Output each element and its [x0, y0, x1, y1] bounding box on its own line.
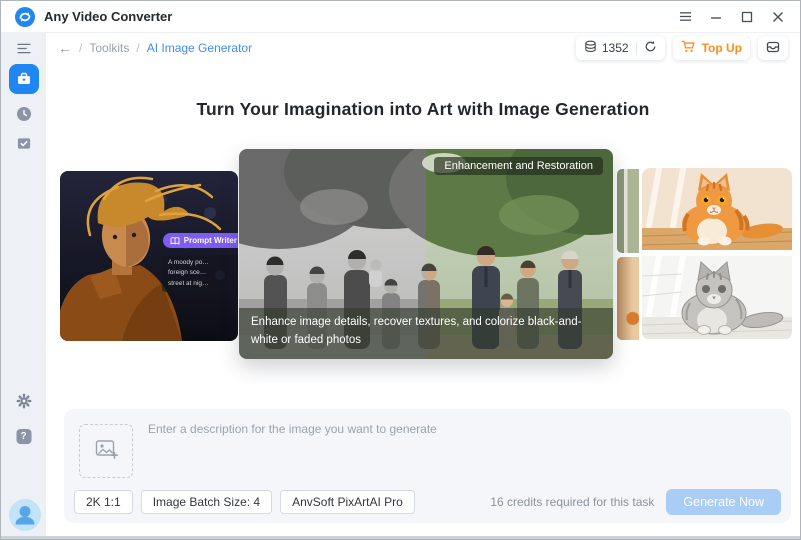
history-icon[interactable]: [16, 106, 32, 122]
carousel-card-prompt-writer[interactable]: Prompt Writer A moody po… foreign sce… s…: [60, 171, 238, 341]
sidebar: ?: [1, 33, 46, 536]
main-content: ← / Toolkits / AI Image Generator 1352 T…: [46, 33, 800, 536]
book-icon: [170, 236, 180, 245]
prompt-snippet-line: street at nig…: [168, 279, 209, 287]
pill-divider: [635, 41, 637, 55]
back-icon[interactable]: ←: [58, 41, 72, 55]
user-avatar[interactable]: [9, 499, 41, 531]
coins-icon: [584, 40, 597, 56]
restoration-caption: Enhance image details, recover textures,…: [239, 308, 613, 359]
sidebar-item-toolkits[interactable]: [8, 64, 39, 94]
composer-actions: 16 credits required for this task Genera…: [490, 489, 781, 515]
top-up-label: Top Up: [701, 41, 742, 55]
prompt-writer-label: Prompt Writer: [183, 236, 237, 245]
chip-batch-size[interactable]: Image Batch Size: 4: [140, 490, 273, 514]
chip-model[interactable]: AnvSoft PixArtAI Pro: [280, 490, 415, 514]
prompt-writer-pill: Prompt Writer: [162, 233, 238, 248]
carousel-partial-image: [617, 169, 639, 253]
cat-cartoon-image: [642, 168, 792, 252]
prompt-input[interactable]: [148, 422, 748, 484]
app-logo-icon: [15, 6, 35, 27]
add-reference-image-button[interactable]: [79, 424, 133, 478]
image-add-icon: [94, 437, 119, 466]
restoration-badge: Enhancement and Restoration: [434, 157, 603, 175]
window-controls: [677, 9, 786, 25]
prompt-snippet: A moody po… foreign sce… street at nig…: [162, 255, 238, 293]
breadcrumb-toolkits[interactable]: Toolkits: [89, 41, 129, 55]
header-actions: 1352 Top Up: [575, 36, 788, 60]
page-title: Turn Your Imagination into Art with Imag…: [196, 99, 650, 119]
generate-now-button[interactable]: Generate Now: [666, 489, 781, 515]
breadcrumb-current: AI Image Generator: [146, 41, 253, 55]
tasks-icon[interactable]: [16, 136, 31, 151]
inbox-icon: [766, 40, 780, 57]
sidebar-collapse-icon[interactable]: [16, 43, 31, 54]
credits-required-note: 16 credits required for this task: [490, 495, 655, 509]
cart-icon: [680, 40, 696, 56]
prompt-snippet-line: foreign sce…: [168, 269, 207, 277]
prompt-composer: 2K 1:1 Image Batch Size: 4 AnvSoft PixAr…: [64, 409, 791, 523]
prompt-snippet-line: A moody po…: [168, 259, 209, 266]
refresh-icon[interactable]: [644, 40, 657, 56]
generation-settings: 2K 1:1 Image Batch Size: 4 AnvSoft PixAr…: [74, 490, 415, 514]
breadcrumb-separator: /: [136, 41, 140, 55]
top-up-button[interactable]: Top Up: [672, 36, 750, 60]
credits-count: 1352: [601, 41, 629, 55]
minimize-icon[interactable]: [708, 9, 724, 25]
inbox-button[interactable]: [758, 36, 788, 60]
breadcrumb-separator: /: [79, 41, 83, 55]
breadcrumb: ← / Toolkits / AI Image Generator: [58, 41, 252, 55]
titlebar: Any Video Converter: [1, 1, 800, 33]
window-bottom-edge: [1, 536, 800, 539]
carousel-partial-image: [617, 257, 639, 340]
window-menu-icon[interactable]: [677, 9, 693, 25]
carousel-card-cat-styles[interactable]: [642, 168, 792, 340]
app-title: Any Video Converter: [44, 9, 173, 24]
close-icon[interactable]: [770, 9, 786, 25]
maximize-icon[interactable]: [739, 9, 755, 25]
carousel-card-restoration[interactable]: Enhancement and Restoration Enhance imag…: [239, 149, 613, 359]
help-icon[interactable]: ?: [16, 429, 31, 444]
credits-pill[interactable]: 1352: [575, 36, 665, 60]
cat-sketch-image: [642, 256, 792, 340]
settings-gear-icon[interactable]: [16, 393, 32, 409]
chip-resolution-ratio[interactable]: 2K 1:1: [74, 490, 133, 514]
page-header: ← / Toolkits / AI Image Generator 1352 T…: [46, 33, 800, 63]
app-window: { "titlebar": { "app_title": "Any Video …: [0, 0, 801, 540]
